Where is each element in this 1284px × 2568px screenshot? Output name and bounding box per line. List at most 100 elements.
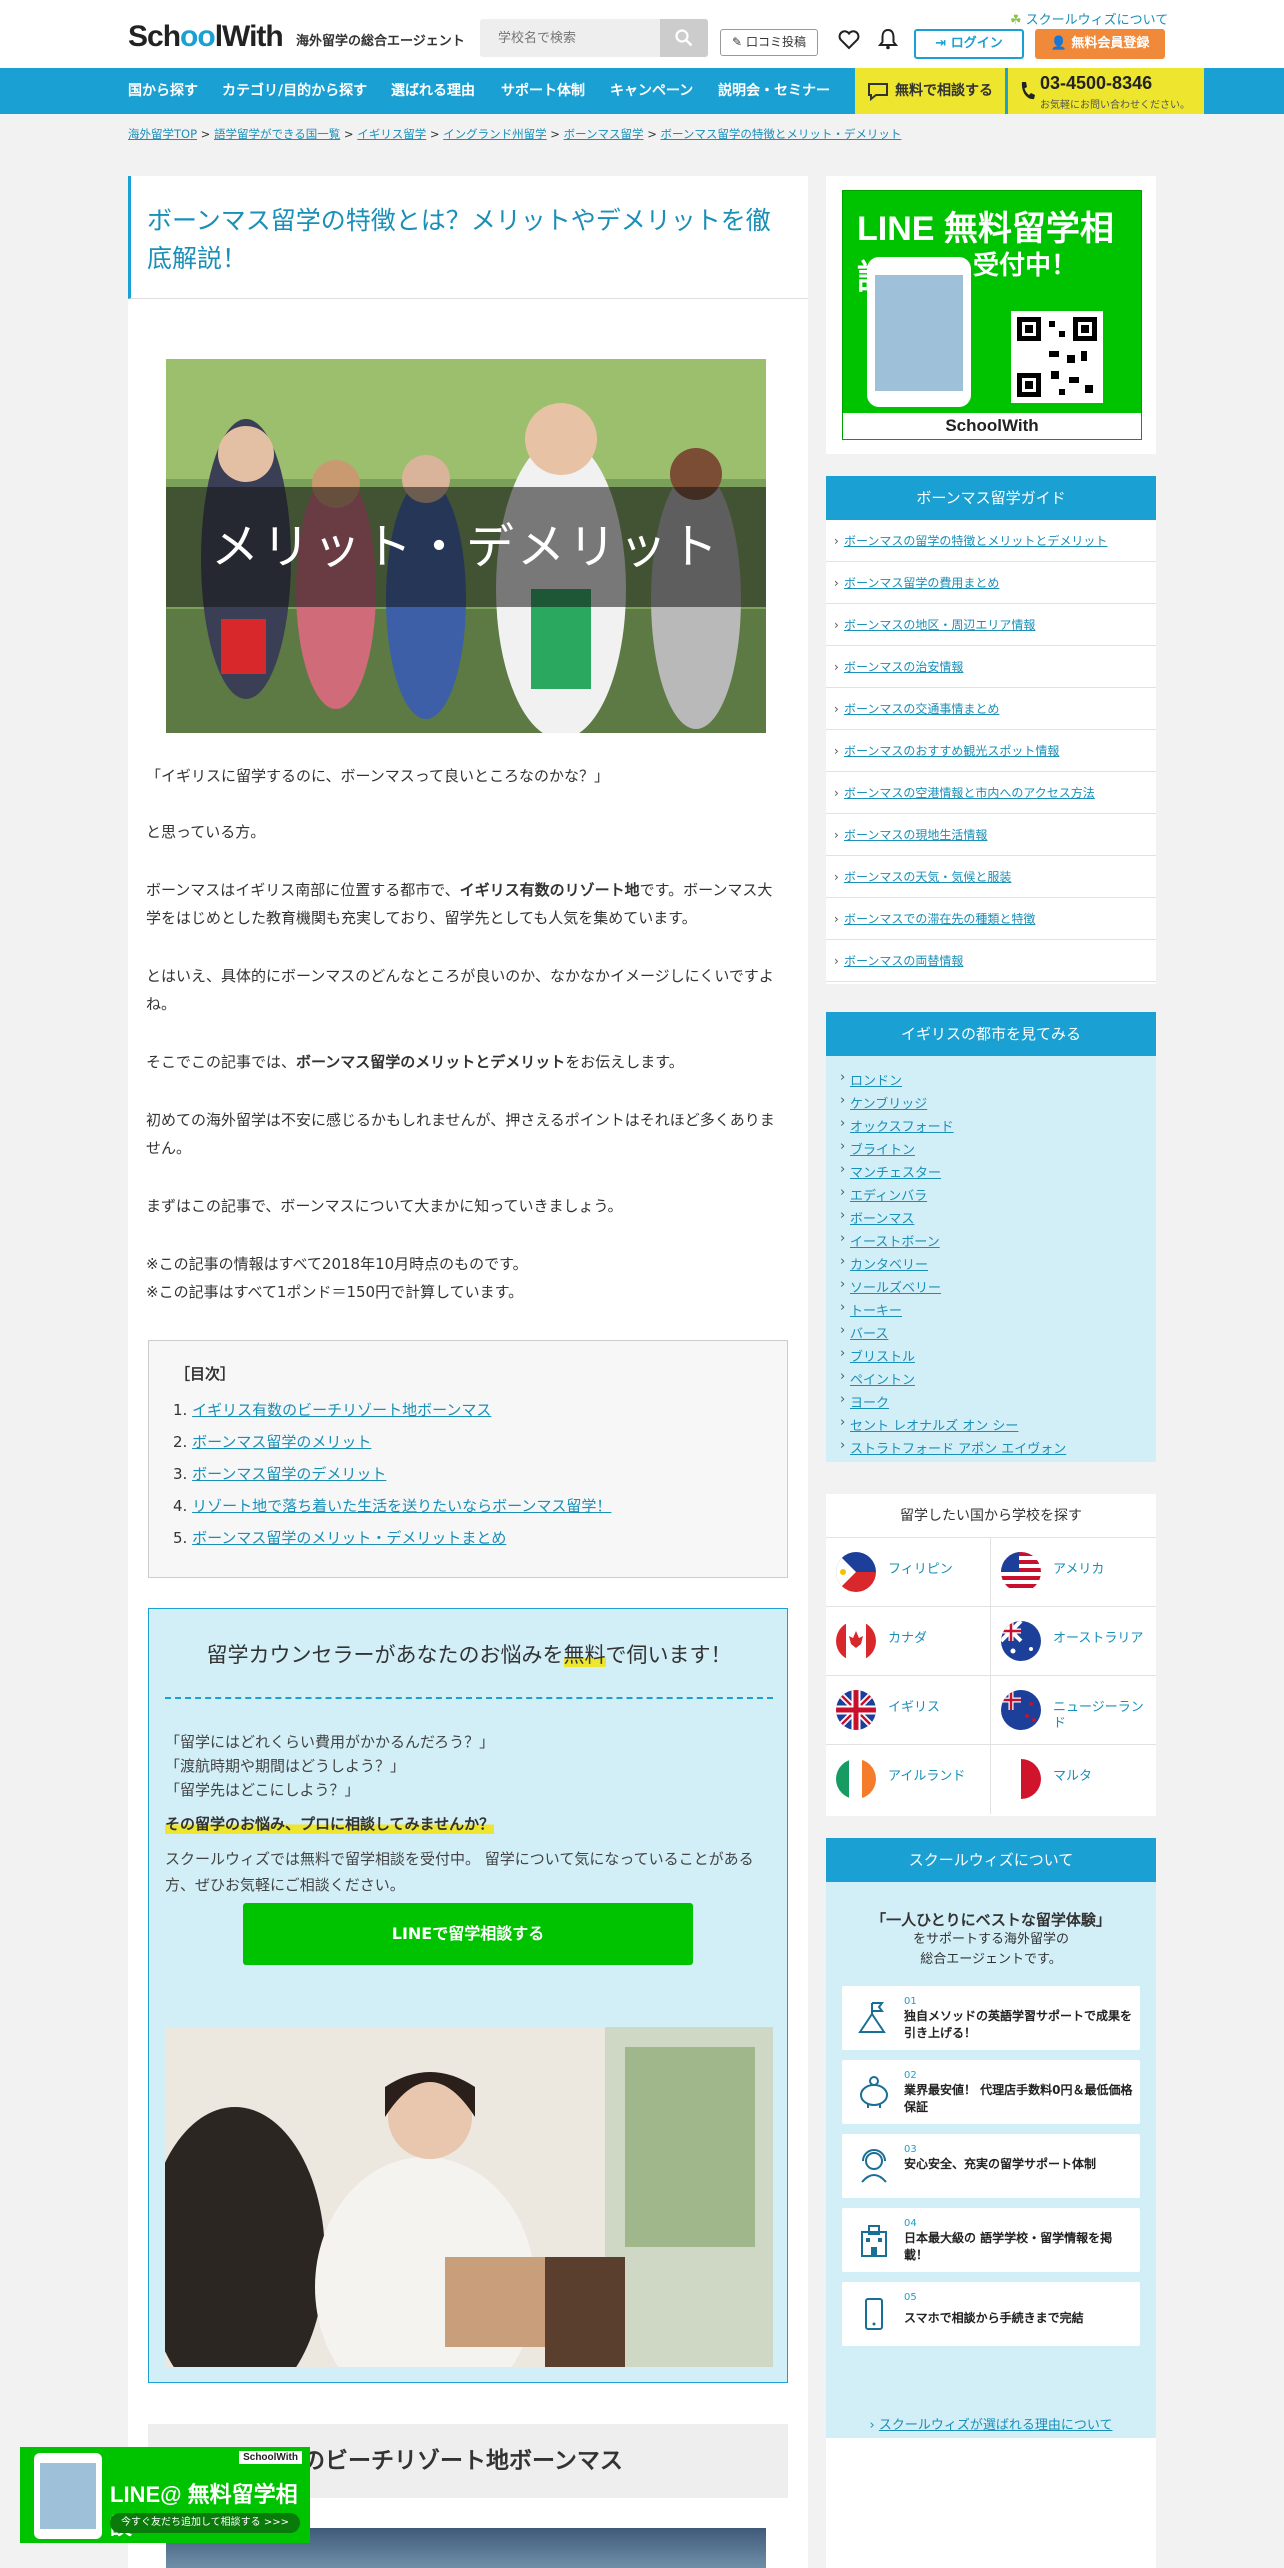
feature-item: 05 スマホで相談から手続きまで完結 bbox=[842, 2282, 1140, 2346]
breadcrumb-item[interactable]: イングランド州留学 bbox=[443, 127, 547, 141]
city-list: ロンドン ケンブリッジ オックスフォード ブライトン マンチェスター エディンバ… bbox=[826, 1056, 1156, 1462]
city-link[interactable]: ケンブリッジ bbox=[840, 1093, 927, 1112]
user-icon: 👤 bbox=[1050, 36, 1067, 51]
phone-screen-illustration bbox=[34, 2453, 102, 2539]
line-at-banner[interactable]: LINE@ 無料留学相談 今すぐ友だち追加して相談する >>> SchoolWi… bbox=[20, 2447, 310, 2543]
city-link[interactable]: イーストボーン bbox=[840, 1231, 940, 1250]
toc-number: 3. bbox=[173, 1465, 188, 1483]
article-main: ボーンマス留学の特徴とは？メリットやデメリットを徹底解説！ メリット・デメリット… bbox=[128, 176, 808, 2568]
guide-link[interactable]: ボーンマスの治安情報 bbox=[844, 660, 963, 674]
guide-link[interactable]: ボーンマスの交通事情まとめ bbox=[844, 702, 999, 716]
city-link[interactable]: セント レオナルズ オン シー bbox=[840, 1415, 1018, 1434]
breadcrumb-item[interactable]: ボーンマス留学 bbox=[564, 127, 644, 141]
country-usa[interactable]: アメリカ bbox=[991, 1538, 1156, 1607]
guide-link[interactable]: ボーンマスの現地生活情報 bbox=[844, 828, 987, 842]
guide-link[interactable]: ボーンマスの留学の特徴とメリットとデメリット bbox=[844, 534, 1107, 548]
guide-link[interactable]: ボーンマスの地区・周辺エリア情報 bbox=[844, 618, 1035, 632]
city-link[interactable]: カンタベリー bbox=[840, 1254, 928, 1273]
guide-link[interactable]: ボーンマスのおすすめ観光スポット情報 bbox=[844, 744, 1059, 758]
chat-icon bbox=[868, 83, 888, 101]
line-consult-button[interactable]: LINEで留学相談する bbox=[243, 1903, 693, 1965]
nav-campaign[interactable]: キャンペーン bbox=[610, 68, 693, 114]
toc-link[interactable]: ボーンマス留学のメリット bbox=[192, 1433, 371, 1451]
city-link[interactable]: ボーンマス bbox=[840, 1208, 914, 1227]
breadcrumb: 海外留学TOP > 語学留学ができる国一覧 > イギリス留学 > イングランド州… bbox=[128, 127, 902, 141]
toc-item: 4. リゾート地で落ち着いた生活を送りたいならボーンマス留学！ bbox=[173, 1495, 611, 1516]
line-consult-banner[interactable]: LINE 無料留学相談 受付中！ SchoolWith bbox=[842, 190, 1142, 440]
breadcrumb-item[interactable]: イギリス留学 bbox=[357, 127, 426, 141]
register-button[interactable]: 👤 無料会員登録 bbox=[1035, 29, 1165, 59]
city-link[interactable]: マンチェスター bbox=[840, 1162, 941, 1181]
piggy-bank-icon bbox=[860, 2076, 888, 2108]
country-canada[interactable]: カナダ bbox=[826, 1607, 991, 1676]
flag-australia-icon bbox=[1001, 1621, 1041, 1661]
guide-title: ボーンマス留学ガイド bbox=[826, 476, 1156, 520]
guide-card: ボーンマス留学ガイド ボーンマスの留学の特徴とメリットとデメリット ボーンマス留… bbox=[826, 476, 1156, 984]
city-link[interactable]: ブリストル bbox=[840, 1346, 915, 1365]
country-philippines[interactable]: フィリピン bbox=[826, 1538, 991, 1607]
guide-link[interactable]: ボーンマスの空港情報と市内へのアクセス方法 bbox=[844, 786, 1095, 800]
toc-item: 2. ボーンマス留学のメリット bbox=[173, 1431, 371, 1452]
breadcrumb-item[interactable]: ボーンマス留学の特徴とメリット・デメリット bbox=[661, 127, 902, 141]
city-link[interactable]: オックスフォード bbox=[840, 1116, 954, 1135]
nav-category[interactable]: カテゴリ/目的から探す bbox=[222, 68, 367, 114]
bell-icon[interactable] bbox=[878, 28, 898, 50]
country-ireland[interactable]: アイルランド bbox=[826, 1745, 991, 1814]
country-uk[interactable]: イギリス bbox=[826, 1676, 991, 1745]
city-link[interactable]: ペイントン bbox=[840, 1369, 915, 1388]
guide-link[interactable]: ボーンマスでの滞在先の種類と特徴 bbox=[844, 912, 1035, 926]
line-at-logo: SchoolWith bbox=[239, 2451, 302, 2464]
nav-country[interactable]: 国から探す bbox=[128, 68, 198, 114]
city-link[interactable]: ソールズベリー bbox=[840, 1277, 941, 1296]
toc-link[interactable]: ボーンマス留学のメリット・デメリットまとめ bbox=[192, 1529, 506, 1547]
smartphone-illustration bbox=[867, 257, 971, 407]
country-australia[interactable]: オーストラリア bbox=[991, 1607, 1156, 1676]
city-link[interactable]: エディンバラ bbox=[840, 1185, 927, 1204]
about-schoolwith-link[interactable]: スクールウィズについて bbox=[1010, 9, 1169, 28]
nav-seminar[interactable]: 説明会・セミナー bbox=[718, 68, 830, 114]
nav-support[interactable]: サポート体制 bbox=[501, 68, 585, 114]
guide-item: ボーンマス留学の費用まとめ bbox=[826, 562, 1156, 604]
city-link[interactable]: ヨーク bbox=[840, 1392, 889, 1411]
toc-link[interactable]: イギリス有数のビーチリゾート地ボーンマス bbox=[192, 1401, 491, 1419]
feature-number: 05 bbox=[904, 2292, 917, 2303]
country-malta[interactable]: マルタ bbox=[991, 1745, 1156, 1814]
city-link[interactable]: ブライトン bbox=[840, 1139, 915, 1158]
toc-link[interactable]: ボーンマス留学のデメリット bbox=[192, 1465, 386, 1483]
about-more-link[interactable]: › スクールウィズが選ばれる理由について bbox=[826, 2414, 1156, 2433]
breadcrumb-item[interactable]: 語学留学ができる国一覧 bbox=[214, 127, 340, 141]
city-link[interactable]: ロンドン bbox=[840, 1070, 902, 1089]
nav-reasons[interactable]: 選ばれる理由 bbox=[391, 68, 475, 114]
about-more-text: スクールウィズが選ばれる理由について bbox=[878, 2418, 1113, 2433]
search-input[interactable] bbox=[480, 19, 660, 57]
phone-contact[interactable]: 03-4500-8346 お気軽にお問い合わせください。 bbox=[1008, 68, 1204, 114]
city-link[interactable]: ストラトフォード アポン エイヴォン bbox=[840, 1438, 1066, 1457]
cities-card: イギリスの都市を見てみる ロンドン ケンブリッジ オックスフォード ブライトン … bbox=[826, 1012, 1156, 1462]
free-consult-button[interactable]: 無料で相談する bbox=[855, 68, 1005, 114]
guide-item: ボーンマスの現地生活情報 bbox=[826, 814, 1156, 856]
site-tagline: 海外留学の総合エージェント bbox=[296, 34, 465, 49]
country-newzealand[interactable]: ニュージーランド bbox=[991, 1676, 1156, 1745]
search-button[interactable] bbox=[660, 19, 708, 57]
article-paragraph: とはいえ、具体的にボーンマスのどんなところが良いのか、なかなかイメージしにくいで… bbox=[146, 967, 774, 1013]
guide-item: ボーンマスの天気・気候と服装 bbox=[826, 856, 1156, 898]
login-label: ログイン bbox=[950, 36, 1003, 51]
heart-icon[interactable] bbox=[838, 30, 860, 50]
article-note: ※この記事はすべて1ポンド＝150円で計算しています。 bbox=[146, 1283, 524, 1301]
chevron-right-icon: › bbox=[869, 2418, 875, 2433]
guide-link[interactable]: ボーンマスの天気・気候と服装 bbox=[844, 870, 1011, 884]
review-post-button[interactable]: ✎ 口コミ投稿 bbox=[720, 29, 818, 56]
about-lead: 「一人ひとりにベストな留学体験」 をサポートする海外留学の 総合エージェントです… bbox=[826, 1910, 1156, 1970]
country-name: アイルランド bbox=[888, 1769, 966, 1784]
login-button[interactable]: ⇥ ログイン bbox=[914, 29, 1024, 59]
toc-link[interactable]: リゾート地で落ち着いた生活を送りたいならボーンマス留学！ bbox=[192, 1497, 611, 1515]
city-link[interactable]: トーキー bbox=[840, 1300, 902, 1319]
breadcrumb-item[interactable]: 海外留学TOP bbox=[128, 127, 197, 141]
city-link[interactable]: バース bbox=[840, 1323, 888, 1342]
guide-link[interactable]: ボーンマス留学の費用まとめ bbox=[844, 576, 999, 590]
smartphone-icon bbox=[865, 2298, 883, 2330]
site-logo[interactable]: SchoolWith bbox=[128, 20, 284, 54]
guide-link[interactable]: ボーンマスの両替情報 bbox=[844, 954, 963, 968]
guide-item: ボーンマスのおすすめ観光スポット情報 bbox=[826, 730, 1156, 772]
about-lead-heading: 「一人ひとりにベストな留学体験」 bbox=[871, 1911, 1111, 1929]
